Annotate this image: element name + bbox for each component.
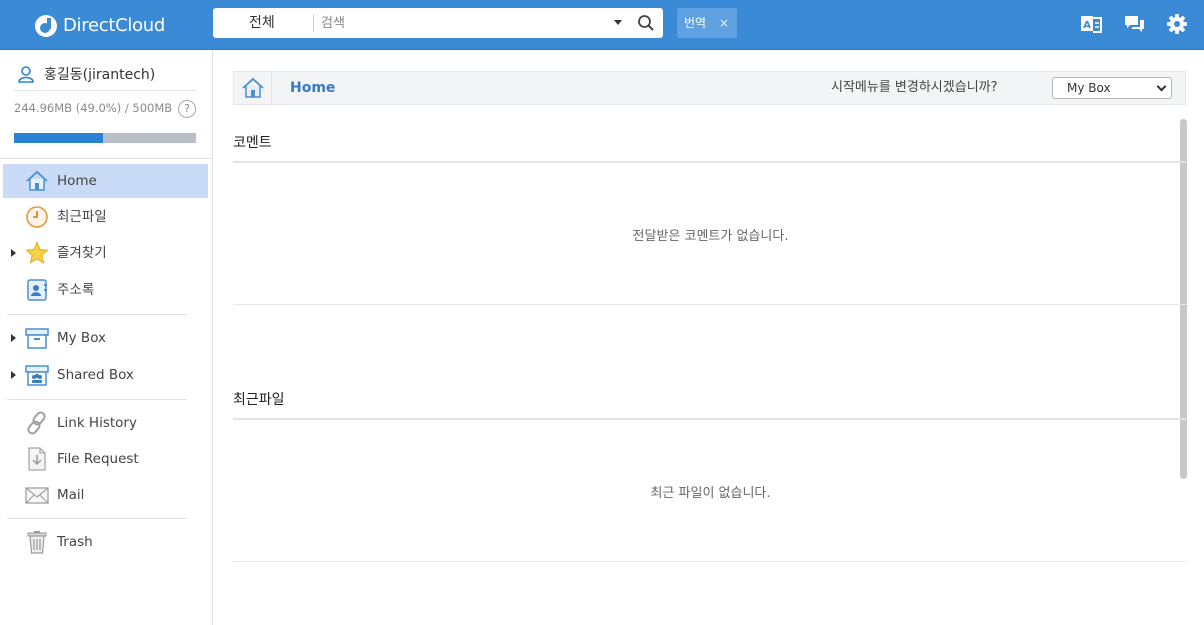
- sidebar-item-trash[interactable]: Trash: [3, 525, 208, 559]
- recent-files-empty-message: 최근 파일이 없습니다.: [650, 486, 771, 501]
- divider: [7, 314, 187, 315]
- close-icon[interactable]: ×: [719, 8, 729, 38]
- clock-icon: [26, 206, 48, 228]
- logo[interactable]: DirectCloud: [33, 11, 165, 39]
- search-divider: [313, 14, 314, 32]
- sidebar-item-label: Shared Box: [57, 367, 134, 383]
- search-bar: 전체: [213, 8, 663, 38]
- sidebar-item-label: 즐겨찾기: [57, 245, 107, 261]
- home-icon: [26, 170, 48, 191]
- translate-chip[interactable]: 번역 ×: [677, 8, 737, 38]
- sidebar-item-label: My Box: [57, 330, 107, 346]
- section-divider: [233, 304, 1186, 305]
- search-scope[interactable]: 전체: [249, 8, 275, 38]
- star-icon: [25, 241, 49, 264]
- comments-empty-message: 전달받은 코멘트가 없습니다.: [632, 229, 789, 244]
- sidebar-item-home[interactable]: Home: [3, 164, 208, 198]
- search-icon[interactable]: [637, 14, 655, 32]
- sidebar-item-label: Mail: [57, 487, 85, 503]
- box-icon: [25, 328, 49, 349]
- divider: [0, 158, 212, 159]
- file-request-icon: [28, 447, 46, 471]
- sidebar-item-recent[interactable]: 최근파일: [3, 200, 208, 234]
- divider: [7, 399, 187, 400]
- section-divider: [233, 161, 1186, 163]
- top-header: DirectCloud 전체 번역 × A: [0, 0, 1204, 50]
- scrollbar[interactable]: [1180, 119, 1187, 479]
- section-divider: [233, 561, 1186, 562]
- chevron-down-icon: [1156, 81, 1167, 92]
- sidebar-item-address-book[interactable]: 주소록: [3, 273, 208, 307]
- sidebar-item-favorites[interactable]: 즐겨찾기: [3, 236, 208, 270]
- storage-usage-text: 244.96MB (49.0%) / 500MB: [14, 101, 173, 115]
- translate-chip-label: 번역: [684, 16, 707, 30]
- sidebar-item-label: File Request: [57, 451, 139, 467]
- sidebar-item-link-history[interactable]: Link History: [3, 406, 208, 440]
- breadcrumb: Home 시작메뉴를 변경하시겠습니까? My Box: [233, 71, 1186, 105]
- svg-text:A: A: [1083, 20, 1091, 31]
- section-divider: [233, 418, 1186, 420]
- start-menu-question: 시작메뉴를 변경하시겠습니까?: [831, 80, 998, 95]
- link-icon: [27, 411, 46, 435]
- sidebar-item-my-box[interactable]: My Box: [3, 321, 208, 355]
- sidebar-item-label: Link History: [57, 415, 137, 431]
- user-name: 홍길동(jirantech): [44, 67, 156, 83]
- sidebar: 홍길동(jirantech) 244.96MB (49.0%) / 500MB …: [0, 50, 213, 625]
- page-title: Home: [290, 80, 336, 96]
- trash-icon: [27, 531, 47, 554]
- section-title-recent-files: 최근파일: [233, 392, 285, 408]
- sidebar-item-file-request[interactable]: File Request: [3, 442, 208, 476]
- home-icon: [242, 77, 264, 98]
- gear-icon[interactable]: [1166, 13, 1188, 35]
- storage-usage-fill: [14, 133, 104, 143]
- start-menu-select-value: My Box: [1067, 81, 1111, 95]
- logo-text: DirectCloud: [63, 14, 166, 36]
- shared-box-icon: [25, 365, 49, 386]
- user-profile[interactable]: 홍길동(jirantech): [17, 63, 155, 85]
- search-dropdown-icon[interactable]: [614, 20, 622, 25]
- start-menu-select[interactable]: My Box: [1052, 77, 1172, 99]
- sidebar-item-label: Trash: [57, 534, 93, 550]
- sidebar-item-label: 최근파일: [57, 209, 107, 225]
- expand-arrow-icon[interactable]: [11, 371, 16, 379]
- sidebar-item-mail[interactable]: Mail: [3, 478, 208, 512]
- divider: [14, 90, 196, 91]
- user-icon: [18, 66, 34, 83]
- breadcrumb-home[interactable]: [234, 72, 272, 104]
- mail-icon: [25, 487, 49, 504]
- address-book-icon: [27, 279, 47, 301]
- cloud-logo-icon: [35, 15, 57, 37]
- sidebar-item-label: Home: [57, 173, 97, 189]
- expand-arrow-icon[interactable]: [11, 334, 16, 342]
- translate-icon[interactable]: A: [1080, 13, 1102, 35]
- sidebar-item-shared-box[interactable]: Shared Box: [3, 358, 208, 392]
- section-title-comments: 코멘트: [233, 135, 272, 151]
- expand-arrow-icon[interactable]: [11, 249, 16, 257]
- storage-usage-bar: [14, 133, 196, 143]
- sidebar-item-label: 주소록: [57, 282, 95, 298]
- divider: [7, 518, 187, 519]
- help-icon[interactable]: ?: [178, 100, 196, 118]
- search-input[interactable]: [321, 8, 611, 38]
- comments-icon[interactable]: [1123, 13, 1145, 35]
- main-content: Home 시작메뉴를 변경하시겠습니까? My Box 코멘트 전달받은 코멘트…: [213, 50, 1204, 625]
